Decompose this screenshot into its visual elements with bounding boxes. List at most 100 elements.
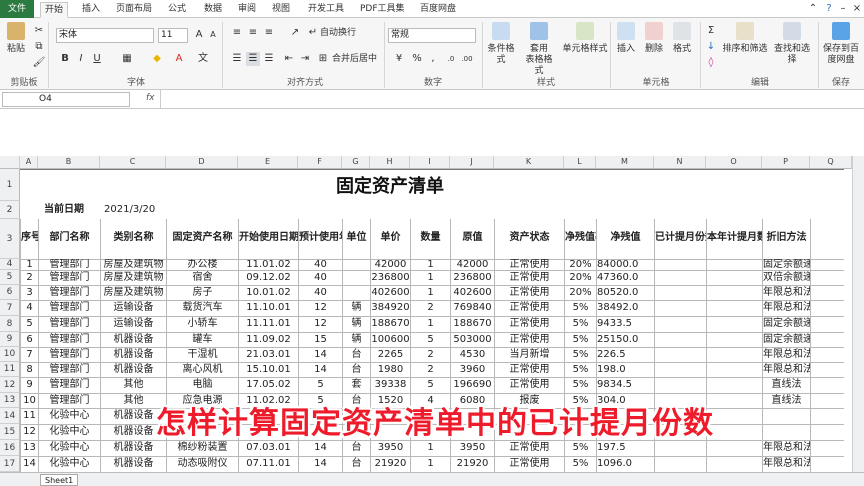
table-cell[interactable]: 管理部门 xyxy=(39,362,100,377)
underline-icon[interactable]: U xyxy=(90,52,104,66)
table-cell[interactable]: 正常使用 xyxy=(495,362,564,377)
table-cell[interactable]: 台 xyxy=(343,362,370,377)
column-header[interactable]: E xyxy=(238,156,298,169)
column-header[interactable]: H xyxy=(370,156,410,169)
clear-icon[interactable]: ◊ xyxy=(704,56,718,70)
table-cell[interactable]: 化验中心 xyxy=(39,440,100,456)
table-cell[interactable]: 固定余额递减法 xyxy=(763,316,810,332)
table-cell[interactable]: 5% xyxy=(565,377,596,393)
table-cell[interactable]: 188670 xyxy=(451,316,494,332)
column-header[interactable]: F xyxy=(298,156,342,169)
table-cell[interactable] xyxy=(343,285,370,300)
table-cell[interactable]: 188670 xyxy=(371,316,410,332)
table-cell[interactable]: 5 xyxy=(411,377,450,393)
column-header[interactable]: J xyxy=(450,156,494,169)
column-header[interactable]: C xyxy=(100,156,166,169)
table-cell[interactable]: 离心风机 xyxy=(167,362,238,377)
table-cell[interactable]: 1980 xyxy=(371,362,410,377)
table-cell[interactable]: 1 xyxy=(411,259,450,270)
autosum-icon[interactable]: Σ xyxy=(704,24,718,38)
table-cell[interactable]: 20% xyxy=(565,259,596,270)
table-cell[interactable]: 房屋及建筑物 xyxy=(101,285,166,300)
table-cell[interactable]: 38492.0 xyxy=(597,300,654,316)
table-cell[interactable]: 年限总和法 xyxy=(763,456,810,472)
date-value[interactable]: 2021/3/20 xyxy=(104,202,164,217)
table-cell[interactable]: 台 xyxy=(343,347,370,362)
table-cell[interactable]: 9 xyxy=(21,377,38,393)
font-size-combo[interactable]: 11 xyxy=(158,28,188,43)
merge-center-button[interactable]: 合并后居中 xyxy=(332,54,377,65)
font-name-combo[interactable]: 宋体 xyxy=(56,28,154,43)
row-header[interactable]: 11 xyxy=(0,362,20,377)
table-cell[interactable]: 10.01.02 xyxy=(239,285,298,300)
table-cell[interactable] xyxy=(707,347,762,362)
table-cell[interactable]: 管理部门 xyxy=(39,316,100,332)
tab-pdf-tools[interactable]: PDF工具集 xyxy=(356,2,409,18)
sheet-title[interactable]: 固定资产清单 xyxy=(240,172,540,198)
close-window-icon[interactable]: × xyxy=(850,2,864,16)
table-cell[interactable]: 正常使用 xyxy=(495,270,564,285)
table-cell[interactable]: 21920 xyxy=(371,456,410,472)
table-cell[interactable]: 年限总和法 xyxy=(763,440,810,456)
table-cell[interactable]: 管理部门 xyxy=(39,300,100,316)
table-cell[interactable]: 4 xyxy=(21,300,38,316)
row-header[interactable]: 5 xyxy=(0,270,20,285)
table-cell[interactable]: 5% xyxy=(565,347,596,362)
increase-font-icon[interactable]: A xyxy=(192,28,206,42)
table-cell[interactable]: 机器设备 xyxy=(101,362,166,377)
table-cell[interactable]: 198.0 xyxy=(597,362,654,377)
table-cell[interactable]: 7 xyxy=(21,347,38,362)
tab-review[interactable]: 审阅 xyxy=(234,2,260,18)
delete-cells-button[interactable]: 删除 xyxy=(642,22,666,55)
select-all-corner[interactable] xyxy=(0,156,20,169)
table-cell[interactable] xyxy=(343,270,370,285)
name-box[interactable]: O4 xyxy=(2,92,130,107)
table-cell[interactable]: 236800 xyxy=(371,270,410,285)
table-cell[interactable] xyxy=(707,316,762,332)
wrap-text-icon[interactable]: ↵ xyxy=(306,26,320,40)
table-cell[interactable] xyxy=(343,259,370,270)
table-cell[interactable]: 12 xyxy=(299,316,342,332)
cut-icon[interactable]: ✂ xyxy=(32,24,46,38)
table-cell[interactable]: 干湿机 xyxy=(167,347,238,362)
column-header[interactable]: B xyxy=(38,156,100,169)
table-cell[interactable]: 6 xyxy=(21,332,38,347)
table-cell[interactable]: 套 xyxy=(343,377,370,393)
table-cell[interactable]: 3950 xyxy=(451,440,494,456)
copy-icon[interactable]: ⧉ xyxy=(32,40,46,54)
table-cell[interactable]: 42000 xyxy=(451,259,494,270)
header-cell[interactable]: 预计使用年限 xyxy=(299,219,342,259)
header-cell[interactable]: 原值 xyxy=(451,219,494,259)
table-cell[interactable]: 07.03.01 xyxy=(239,440,298,456)
table-cell[interactable]: 管理部门 xyxy=(39,377,100,393)
column-header[interactable]: D xyxy=(166,156,238,169)
align-left-icon[interactable]: ☰ xyxy=(230,52,244,66)
column-header[interactable]: L xyxy=(564,156,596,169)
header-cell[interactable]: 本年计提月数 xyxy=(707,219,762,259)
merge-center-icon[interactable]: ⊞ xyxy=(316,52,330,66)
table-cell[interactable]: 固定余额递减法 xyxy=(763,332,810,347)
table-cell[interactable]: 2 xyxy=(21,270,38,285)
font-color-icon[interactable]: A xyxy=(172,52,186,66)
wrap-text-button[interactable]: 自动换行 xyxy=(320,28,356,39)
percent-icon[interactable]: % xyxy=(410,52,424,66)
table-cell[interactable]: 辆 xyxy=(343,316,370,332)
table-cell[interactable]: 9834.5 xyxy=(597,377,654,393)
table-cell[interactable]: 07.11.01 xyxy=(239,456,298,472)
table-cell[interactable] xyxy=(707,270,762,285)
sheet-tab-sheet1[interactable]: Sheet1 xyxy=(40,474,79,486)
header-cell[interactable]: 净残值 xyxy=(597,219,654,259)
header-cell[interactable]: 开始使用日期 xyxy=(239,219,298,259)
table-cell[interactable]: 1 xyxy=(411,456,450,472)
table-cell[interactable]: 84000.0 xyxy=(597,259,654,270)
table-cell[interactable]: 769840 xyxy=(451,300,494,316)
header-cell[interactable]: 数量 xyxy=(411,219,450,259)
table-cell[interactable]: 辆 xyxy=(343,332,370,347)
table-cell[interactable] xyxy=(707,456,762,472)
table-cell[interactable]: 20% xyxy=(565,270,596,285)
table-cell[interactable]: 2 xyxy=(411,347,450,362)
table-cell[interactable] xyxy=(655,300,706,316)
table-cell[interactable] xyxy=(655,362,706,377)
orientation-icon[interactable]: ↗ xyxy=(288,26,302,40)
tab-page-layout[interactable]: 页面布局 xyxy=(112,2,156,18)
